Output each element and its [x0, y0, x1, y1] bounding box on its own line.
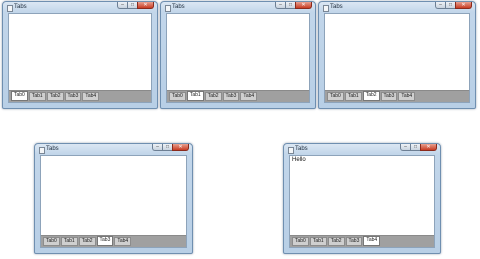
tab-3[interactable]: Tab3 [345, 237, 363, 246]
tabs-window-5[interactable]: Tabs – □ ✕ Hello Tab0 Tab1 Tab2 Tab3 Tab… [283, 143, 441, 254]
tabs-window-4[interactable]: Tabs – □ ✕ Tab0 Tab1 Tab2 Tab3 Tab4 [34, 143, 193, 254]
maximize-button[interactable]: □ [285, 2, 295, 9]
tab-list: Tab0 Tab1 Tab2 Tab3 Tab4 [11, 91, 100, 101]
maximize-button[interactable]: □ [127, 2, 137, 9]
tab-3[interactable]: Tab3 [222, 92, 240, 101]
caption-buttons: – □ ✕ [400, 144, 437, 151]
tab-4[interactable]: Tab4 [114, 237, 132, 246]
title-bar[interactable]: Tabs – □ ✕ [161, 2, 315, 13]
caption-buttons: – □ ✕ [435, 2, 472, 9]
tab-4[interactable]: Tab4 [82, 92, 100, 101]
tabs-window-3[interactable]: Tabs – □ ✕ Tab0 Tab1 Tab2 Tab3 Tab4 [318, 1, 476, 109]
minimize-button[interactable]: – [435, 2, 445, 9]
tab-0[interactable]: Tab0 [292, 237, 309, 246]
close-button[interactable]: ✕ [455, 2, 472, 9]
tab-1[interactable]: Tab1 [344, 92, 362, 101]
tab-1[interactable]: Tab1 [28, 92, 46, 101]
close-button[interactable]: ✕ [137, 2, 154, 9]
tab-3[interactable]: Tab3 [96, 236, 114, 246]
close-button[interactable]: ✕ [295, 2, 312, 9]
tab-list: Tab0 Tab1 Tab2 Tab3 Tab4 [327, 91, 416, 101]
tab-strip: Tab0 Tab1 Tab2 Tab3 Tab4 [41, 235, 186, 247]
tabs-window-1[interactable]: Tabs – □ ✕ Tab0 Tab1 Tab2 Tab3 Tab4 [2, 1, 158, 109]
tabs-window-2[interactable]: Tabs – □ ✕ Tab0 Tab1 Tab2 Tab3 Tab4 [160, 1, 316, 109]
title-bar[interactable]: Tabs – □ ✕ [35, 144, 192, 155]
window-title: Tabs [295, 146, 308, 152]
maximize-button[interactable]: □ [445, 2, 455, 9]
tab-list: Tab0 Tab1 Tab2 Tab3 Tab4 [292, 236, 381, 246]
tab-0[interactable]: Tab0 [11, 91, 28, 101]
minimize-button[interactable]: – [117, 2, 127, 9]
tab-4[interactable]: Tab4 [398, 92, 416, 101]
window-title: Tabs [14, 4, 27, 10]
tab-3[interactable]: Tab3 [380, 92, 398, 101]
desktop: Tabs – □ ✕ Tab0 Tab1 Tab2 Tab3 Tab4 Tabs… [0, 0, 480, 259]
tab-strip: Tab0 Tab1 Tab2 Tab3 Tab4 [290, 235, 434, 247]
tab-3[interactable]: Tab3 [64, 92, 82, 101]
window-app-icon[interactable] [288, 147, 294, 154]
caption-buttons: – □ ✕ [152, 144, 189, 151]
tab-2[interactable]: Tab2 [327, 237, 345, 246]
tab-2[interactable]: Tab2 [46, 92, 64, 101]
client-area: Hello Tab0 Tab1 Tab2 Tab3 Tab4 [289, 155, 435, 248]
maximize-button[interactable]: □ [410, 144, 420, 151]
title-bar[interactable]: Tabs – □ ✕ [284, 144, 440, 155]
client-area: Tab0 Tab1 Tab2 Tab3 Tab4 [166, 13, 310, 103]
minimize-button[interactable]: – [275, 2, 285, 9]
maximize-button[interactable]: □ [162, 144, 172, 151]
client-area: Tab0 Tab1 Tab2 Tab3 Tab4 [8, 13, 152, 103]
window-title: Tabs [46, 146, 59, 152]
tab-2[interactable]: Tab2 [204, 92, 222, 101]
tab-strip: Tab0 Tab1 Tab2 Tab3 Tab4 [325, 90, 469, 102]
tab-strip: Tab0 Tab1 Tab2 Tab3 Tab4 [9, 90, 151, 102]
minimize-button[interactable]: – [152, 144, 162, 151]
tab-0[interactable]: Tab0 [43, 237, 60, 246]
close-button[interactable]: ✕ [172, 144, 189, 151]
minimize-button[interactable]: – [400, 144, 410, 151]
client-area: Tab0 Tab1 Tab2 Tab3 Tab4 [40, 155, 187, 248]
title-bar[interactable]: Tabs – □ ✕ [3, 2, 157, 13]
window-title: Tabs [172, 4, 185, 10]
window-app-icon[interactable] [323, 5, 329, 12]
tab-4[interactable]: Tab4 [240, 92, 258, 101]
tab-1[interactable]: Tab1 [309, 237, 327, 246]
tab-0[interactable]: Tab0 [169, 92, 186, 101]
window-app-icon[interactable] [7, 5, 13, 12]
tab-4[interactable]: Tab4 [363, 236, 381, 246]
tab-2[interactable]: Tab2 [78, 237, 96, 246]
caption-buttons: – □ ✕ [275, 2, 312, 9]
caption-buttons: – □ ✕ [117, 2, 154, 9]
window-app-icon[interactable] [39, 147, 45, 154]
tab-list: Tab0 Tab1 Tab2 Tab3 Tab4 [169, 91, 258, 101]
tab-list: Tab0 Tab1 Tab2 Tab3 Tab4 [43, 236, 132, 246]
client-area: Tab0 Tab1 Tab2 Tab3 Tab4 [324, 13, 470, 103]
tab-2[interactable]: Tab2 [362, 91, 380, 101]
tab-1[interactable]: Tab1 [186, 91, 204, 101]
title-bar[interactable]: Tabs – □ ✕ [319, 2, 475, 13]
window-app-icon[interactable] [165, 5, 171, 12]
content-text: Hello [292, 157, 306, 163]
tab-1[interactable]: Tab1 [60, 237, 78, 246]
close-button[interactable]: ✕ [420, 144, 437, 151]
window-title: Tabs [330, 4, 343, 10]
tab-strip: Tab0 Tab1 Tab2 Tab3 Tab4 [167, 90, 309, 102]
tab-0[interactable]: Tab0 [327, 92, 344, 101]
